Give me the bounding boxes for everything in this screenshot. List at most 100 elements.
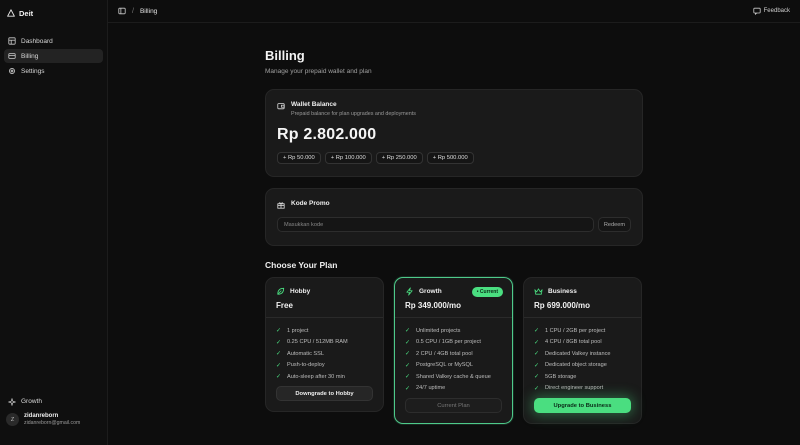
promo-card: Kode Promo Masukkan kode Redeem (265, 188, 643, 246)
plan-card-hobby: Hobby Free ✓ 1 project ✓ 0.25 CPU / 512MB … (265, 277, 384, 412)
plan-feature: ✓ Auto-sleep after 30 min (276, 373, 345, 381)
check-icon: ✓ (405, 328, 411, 335)
plan-feature: ✓ 1 CPU / 2GB per project (534, 327, 606, 335)
plan-feature: ✓ Dedicated object storage (534, 362, 607, 369)
upgrade-button[interactable]: Upgrade to Business (534, 398, 631, 413)
billing-content: Billing Manage your prepaid wallet and p… (265, 23, 643, 424)
sidebar-item-dashboard[interactable]: Dashboard (4, 34, 103, 48)
check-icon: ✓ (405, 339, 411, 346)
plan-price: Rp 349.000/mo (405, 301, 462, 310)
plan-feature: ✓ 0.5 CPU / 1GB per project (405, 339, 481, 346)
leaf-icon (277, 287, 285, 295)
check-icon: ✓ (534, 374, 540, 381)
topup-500000-button[interactable]: + Rp 500.000 (426, 152, 474, 164)
plan-feature: ✓ PostgreSQL or MySQL (405, 362, 473, 369)
check-icon: ✓ (534, 328, 540, 335)
sidebar-toggle-icon[interactable] (118, 7, 126, 15)
plan-price: Rp 699.000/mo (534, 301, 591, 310)
avatar: Z (6, 413, 19, 426)
plan-features: ✓ Unlimited projects ✓ 0.5 CPU / 1GB per p… (405, 325, 502, 394)
plan-header: Business (534, 287, 631, 296)
check-icon: ✓ (405, 374, 411, 381)
wallet-title: Wallet Balance (291, 101, 337, 108)
topup-50000-button[interactable]: + Rp 50.000 (277, 152, 321, 164)
plan-list: Hobby Free ✓ 1 project ✓ 0.25 CPU / 512MB … (265, 277, 643, 424)
sidebar-item-billing[interactable]: Billing (4, 49, 103, 63)
sidebar-plan-label: Growth (21, 398, 42, 405)
plan-feature: ✓ 0.25 CPU / 512MB RAM (276, 339, 348, 346)
plan-feature: ✓ Shared Valkey cache & queue (405, 373, 491, 381)
plan-feature: ✓ 1 project (276, 327, 309, 335)
check-icon: ✓ (276, 328, 282, 335)
current-plan-badge: • Current (471, 287, 503, 297)
check-icon: ✓ (276, 374, 282, 381)
user-name: zidanreborn (24, 413, 59, 419)
user-email: zidanreborn@gmail.com (24, 420, 81, 426)
sidebar: Deit Dashboard Billing Settings Growth Z… (0, 0, 108, 445)
sidebar-item-label: Settings (21, 67, 45, 75)
breadcrumb: Billing (139, 7, 158, 15)
crown-icon (534, 288, 543, 295)
plan-divider (524, 317, 641, 318)
user-info: zidanreborn zidanreborn@gmail.com (24, 413, 80, 426)
check-icon: ✓ (405, 362, 411, 369)
promo-title: Kode Promo (291, 200, 330, 207)
check-icon: ✓ (405, 351, 411, 358)
plan-feature: ✓ 5GB storage (534, 373, 577, 381)
current-plan-button[interactable]: Current Plan (405, 398, 502, 413)
plan-feature: ✓ Dedicated Valkey instance (534, 350, 611, 358)
plan-card-business: Business Rp 699.000/mo ✓ 1 CPU / 2GB per … (523, 277, 642, 424)
breadcrumb-separator: / (132, 7, 134, 15)
plan-feature: ✓ Push-to-deploy (276, 362, 325, 369)
user-profile[interactable]: Z zidanreborn zidanreborn@gmail.com (6, 413, 103, 426)
plans-section-title: Choose Your Plan (265, 260, 338, 270)
plan-name: Hobby (290, 288, 311, 295)
wallet-header: Wallet Balance Prepaid balance for plan … (277, 101, 631, 117)
topup-250000-button[interactable]: + Rp 250.000 (375, 152, 423, 164)
plan-divider (395, 317, 512, 318)
plan-name: Growth (419, 288, 442, 295)
plan-divider (266, 317, 383, 318)
feedback-label: Feedback (763, 8, 790, 14)
check-icon: ✓ (534, 351, 540, 358)
sidebar-nav: Dashboard Billing Settings (4, 34, 103, 78)
plan-features: ✓ 1 project ✓ 0.25 CPU / 512MB RAM ✓ Automa… (276, 325, 373, 383)
plan-feature: ✓ Automatic SSL (276, 350, 324, 358)
app: Deit Dashboard Billing Settings Growth Z… (0, 0, 800, 445)
redeem-button[interactable]: Redeem (597, 217, 631, 232)
promo-code-input[interactable]: Masukkan kode (277, 217, 594, 232)
plan-feature: ✓ 24/7 uptime (405, 385, 446, 392)
check-icon: ✓ (405, 385, 411, 392)
page-title: Billing (265, 48, 305, 63)
downgrade-button[interactable]: Downgrade to Hobby (276, 386, 373, 401)
sidebar-plan-link[interactable]: Growth (4, 395, 103, 408)
sidebar-item-label: Billing (21, 52, 39, 60)
check-icon: ✓ (534, 385, 540, 392)
plan-feature: ✓ Unlimited projects (405, 327, 461, 335)
wallet-icon (8, 53, 16, 59)
dashboard-icon (8, 37, 16, 45)
promo-header: Kode Promo (277, 200, 631, 209)
wallet-icon (277, 103, 285, 110)
triangle-logo-icon (7, 9, 15, 17)
gear-icon (9, 68, 15, 74)
plan-features: ✓ 1 CPU / 2GB per project ✓ 4 CPU / 8GB to… (534, 325, 631, 394)
plan-feature: ✓ 4 CPU / 8GB total pool (534, 339, 602, 346)
main: / Billing Feedback Billing Manage your p… (108, 0, 800, 445)
plan-card-growth: Growth • Current Rp 349.000/mo ✓ Unlimite… (394, 277, 513, 424)
message-icon (753, 7, 761, 15)
feedback-button[interactable]: Feedback (753, 7, 790, 15)
plan-price: Free (276, 301, 293, 310)
brand[interactable]: Deit (4, 7, 103, 19)
topbar: / Billing Feedback (108, 0, 800, 23)
page-subtitle: Manage your prepaid wallet and plan (265, 68, 372, 75)
topup-options: + Rp 50.000 + Rp 100.000 + Rp 250.000 + … (277, 152, 631, 164)
check-icon: ✓ (534, 339, 540, 346)
gift-icon (277, 202, 285, 209)
sidebar-item-settings[interactable]: Settings (4, 64, 103, 78)
wallet-header-text: Wallet Balance Prepaid balance for plan … (291, 101, 416, 117)
wallet-balance: Rp 2.802.000 (277, 126, 377, 143)
plan-feature: ✓ 2 CPU / 4GB total pool (405, 350, 473, 358)
lightning-icon (406, 287, 413, 296)
topup-100000-button[interactable]: + Rp 100.000 (324, 152, 372, 164)
